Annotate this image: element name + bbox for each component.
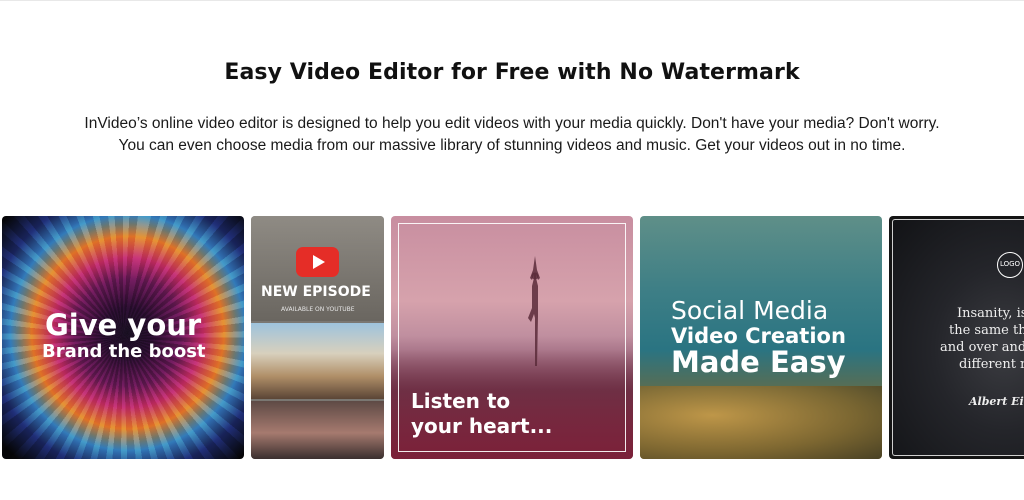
card-title-line1: Social Media [671, 296, 829, 325]
seabed-image [640, 386, 882, 459]
quote-line-2: the same thi [949, 323, 1024, 338]
friends-photo [251, 323, 384, 399]
quote-line-1: Insanity, is [957, 306, 1024, 321]
template-card-new-episode[interactable]: NEW EPISODE AVAILABLE ON YOUTUBE [251, 216, 384, 459]
template-card-brand-boost[interactable]: Give your Brand the boost [2, 216, 244, 459]
quote-author: Albert Ein [969, 395, 1024, 408]
card-title-line1: Give your [45, 308, 202, 342]
youtube-play-icon [296, 247, 339, 277]
woman-photo [251, 401, 384, 459]
quote-line-3: and over and c [940, 340, 1024, 355]
card-title-line3: Made Easy [671, 345, 846, 379]
episode-subtitle: AVAILABLE ON YOUTUBE [281, 306, 355, 313]
template-card-quote[interactable]: LOGO Insanity, is the same thi and over … [889, 216, 1024, 459]
section-heading: Easy Video Editor for Free with No Water… [224, 60, 800, 85]
quote-line-4: different re [959, 357, 1024, 372]
card-title-line1: Listen to [411, 389, 511, 413]
logo-badge-icon: LOGO [997, 252, 1023, 278]
card-title-line2: Brand the boost [42, 341, 206, 362]
template-card-listen-heart[interactable]: Listen to your heart... [391, 216, 633, 459]
episode-title: NEW EPISODE [261, 284, 371, 300]
section-description: InVideo’s online video editor is designe… [84, 115, 940, 154]
card-title-line2: your heart... [411, 414, 553, 438]
template-card-social-media[interactable]: Social Media Video Creation Made Easy [640, 216, 882, 459]
top-divider [0, 0, 1024, 1]
